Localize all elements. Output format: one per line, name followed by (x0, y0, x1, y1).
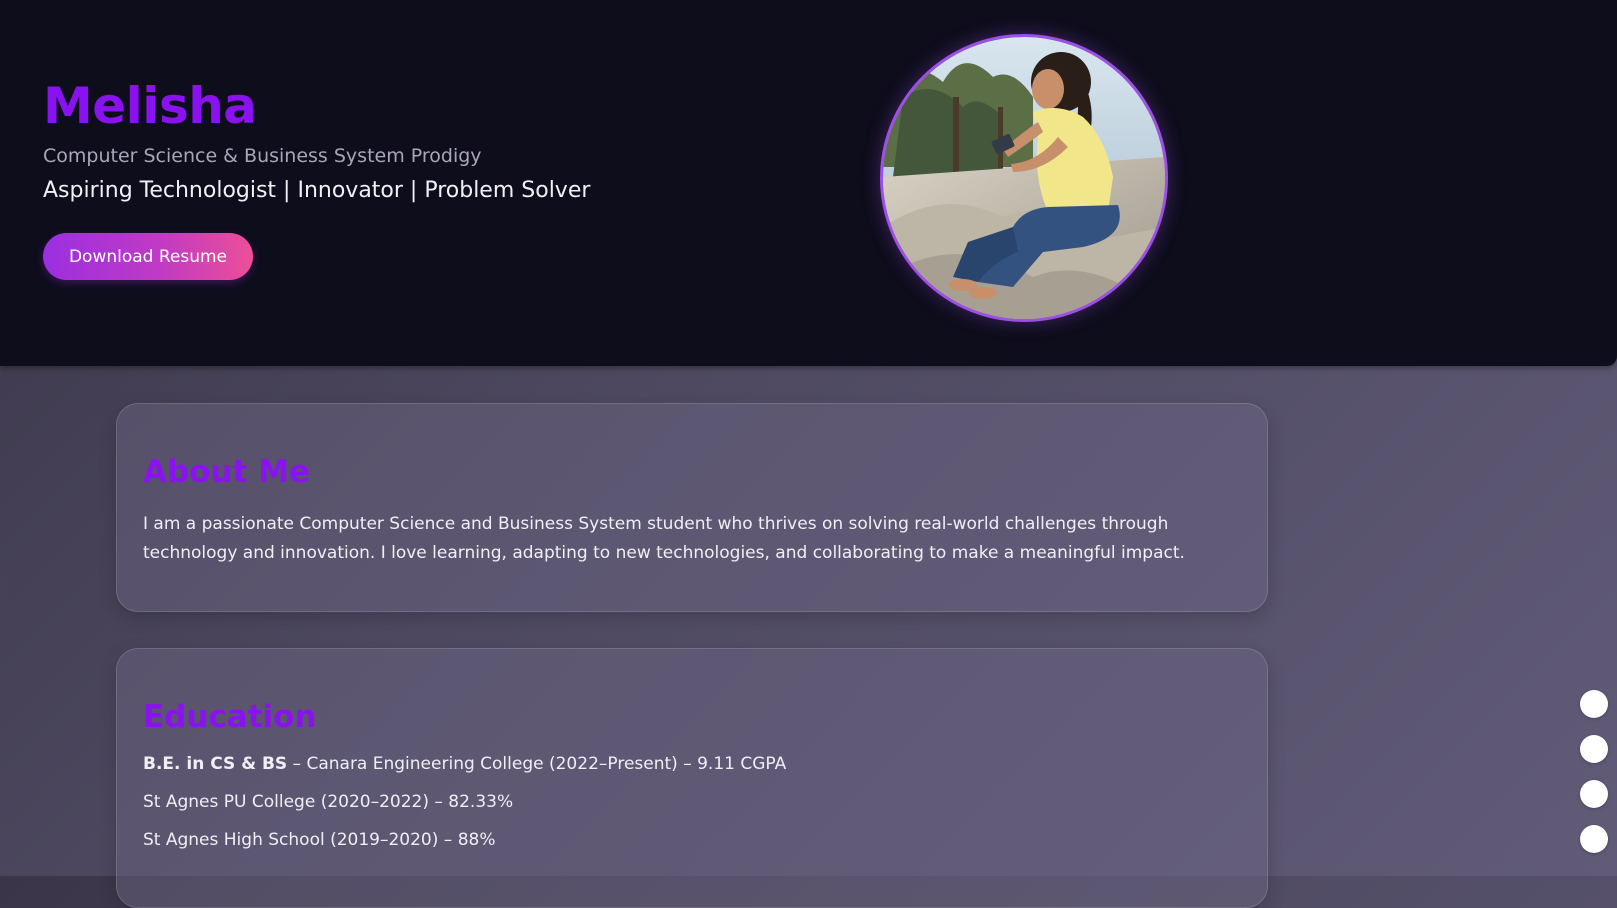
profile-name: Melisha (43, 77, 257, 135)
profile-tagline: Aspiring Technologist | Innovator | Prob… (43, 178, 591, 203)
profile-photo-image (883, 37, 1165, 319)
profile-subtitle: Computer Science & Business System Prodi… (43, 145, 482, 167)
education-item: B.E. in CS & BS – Canara Engineering Col… (143, 753, 786, 775)
education-degree: B.E. in CS & BS (143, 754, 288, 774)
nav-dot[interactable] (1580, 780, 1608, 808)
about-text: I am a passionate Computer Science and B… (143, 514, 1185, 563)
nav-dot[interactable] (1580, 825, 1608, 853)
about-card: About Me I am a passionate Computer Scie… (116, 403, 1268, 612)
education-item: St Agnes High School (2019–2020) – 88% (143, 829, 786, 851)
education-title: Education (143, 699, 317, 735)
section-nav-dots (1580, 690, 1608, 870)
profile-photo (880, 34, 1168, 322)
nav-dot[interactable] (1580, 690, 1608, 718)
hero-section: Melisha Computer Science & Business Syst… (0, 0, 1617, 366)
education-card: Education B.E. in CS & BS – Canara Engin… (116, 648, 1268, 908)
education-list: B.E. in CS & BS – Canara Engineering Col… (143, 753, 786, 867)
nav-dot[interactable] (1580, 735, 1608, 763)
about-title: About Me (143, 454, 311, 490)
education-details: – Canara Engineering College (2022–Prese… (287, 754, 787, 774)
download-resume-button[interactable]: Download Resume (43, 233, 253, 280)
education-details: St Agnes High School (2019–2020) – 88% (143, 830, 496, 850)
education-details: St Agnes PU College (2020–2022) – 82.33% (143, 792, 514, 812)
education-item: St Agnes PU College (2020–2022) – 82.33% (143, 791, 786, 813)
